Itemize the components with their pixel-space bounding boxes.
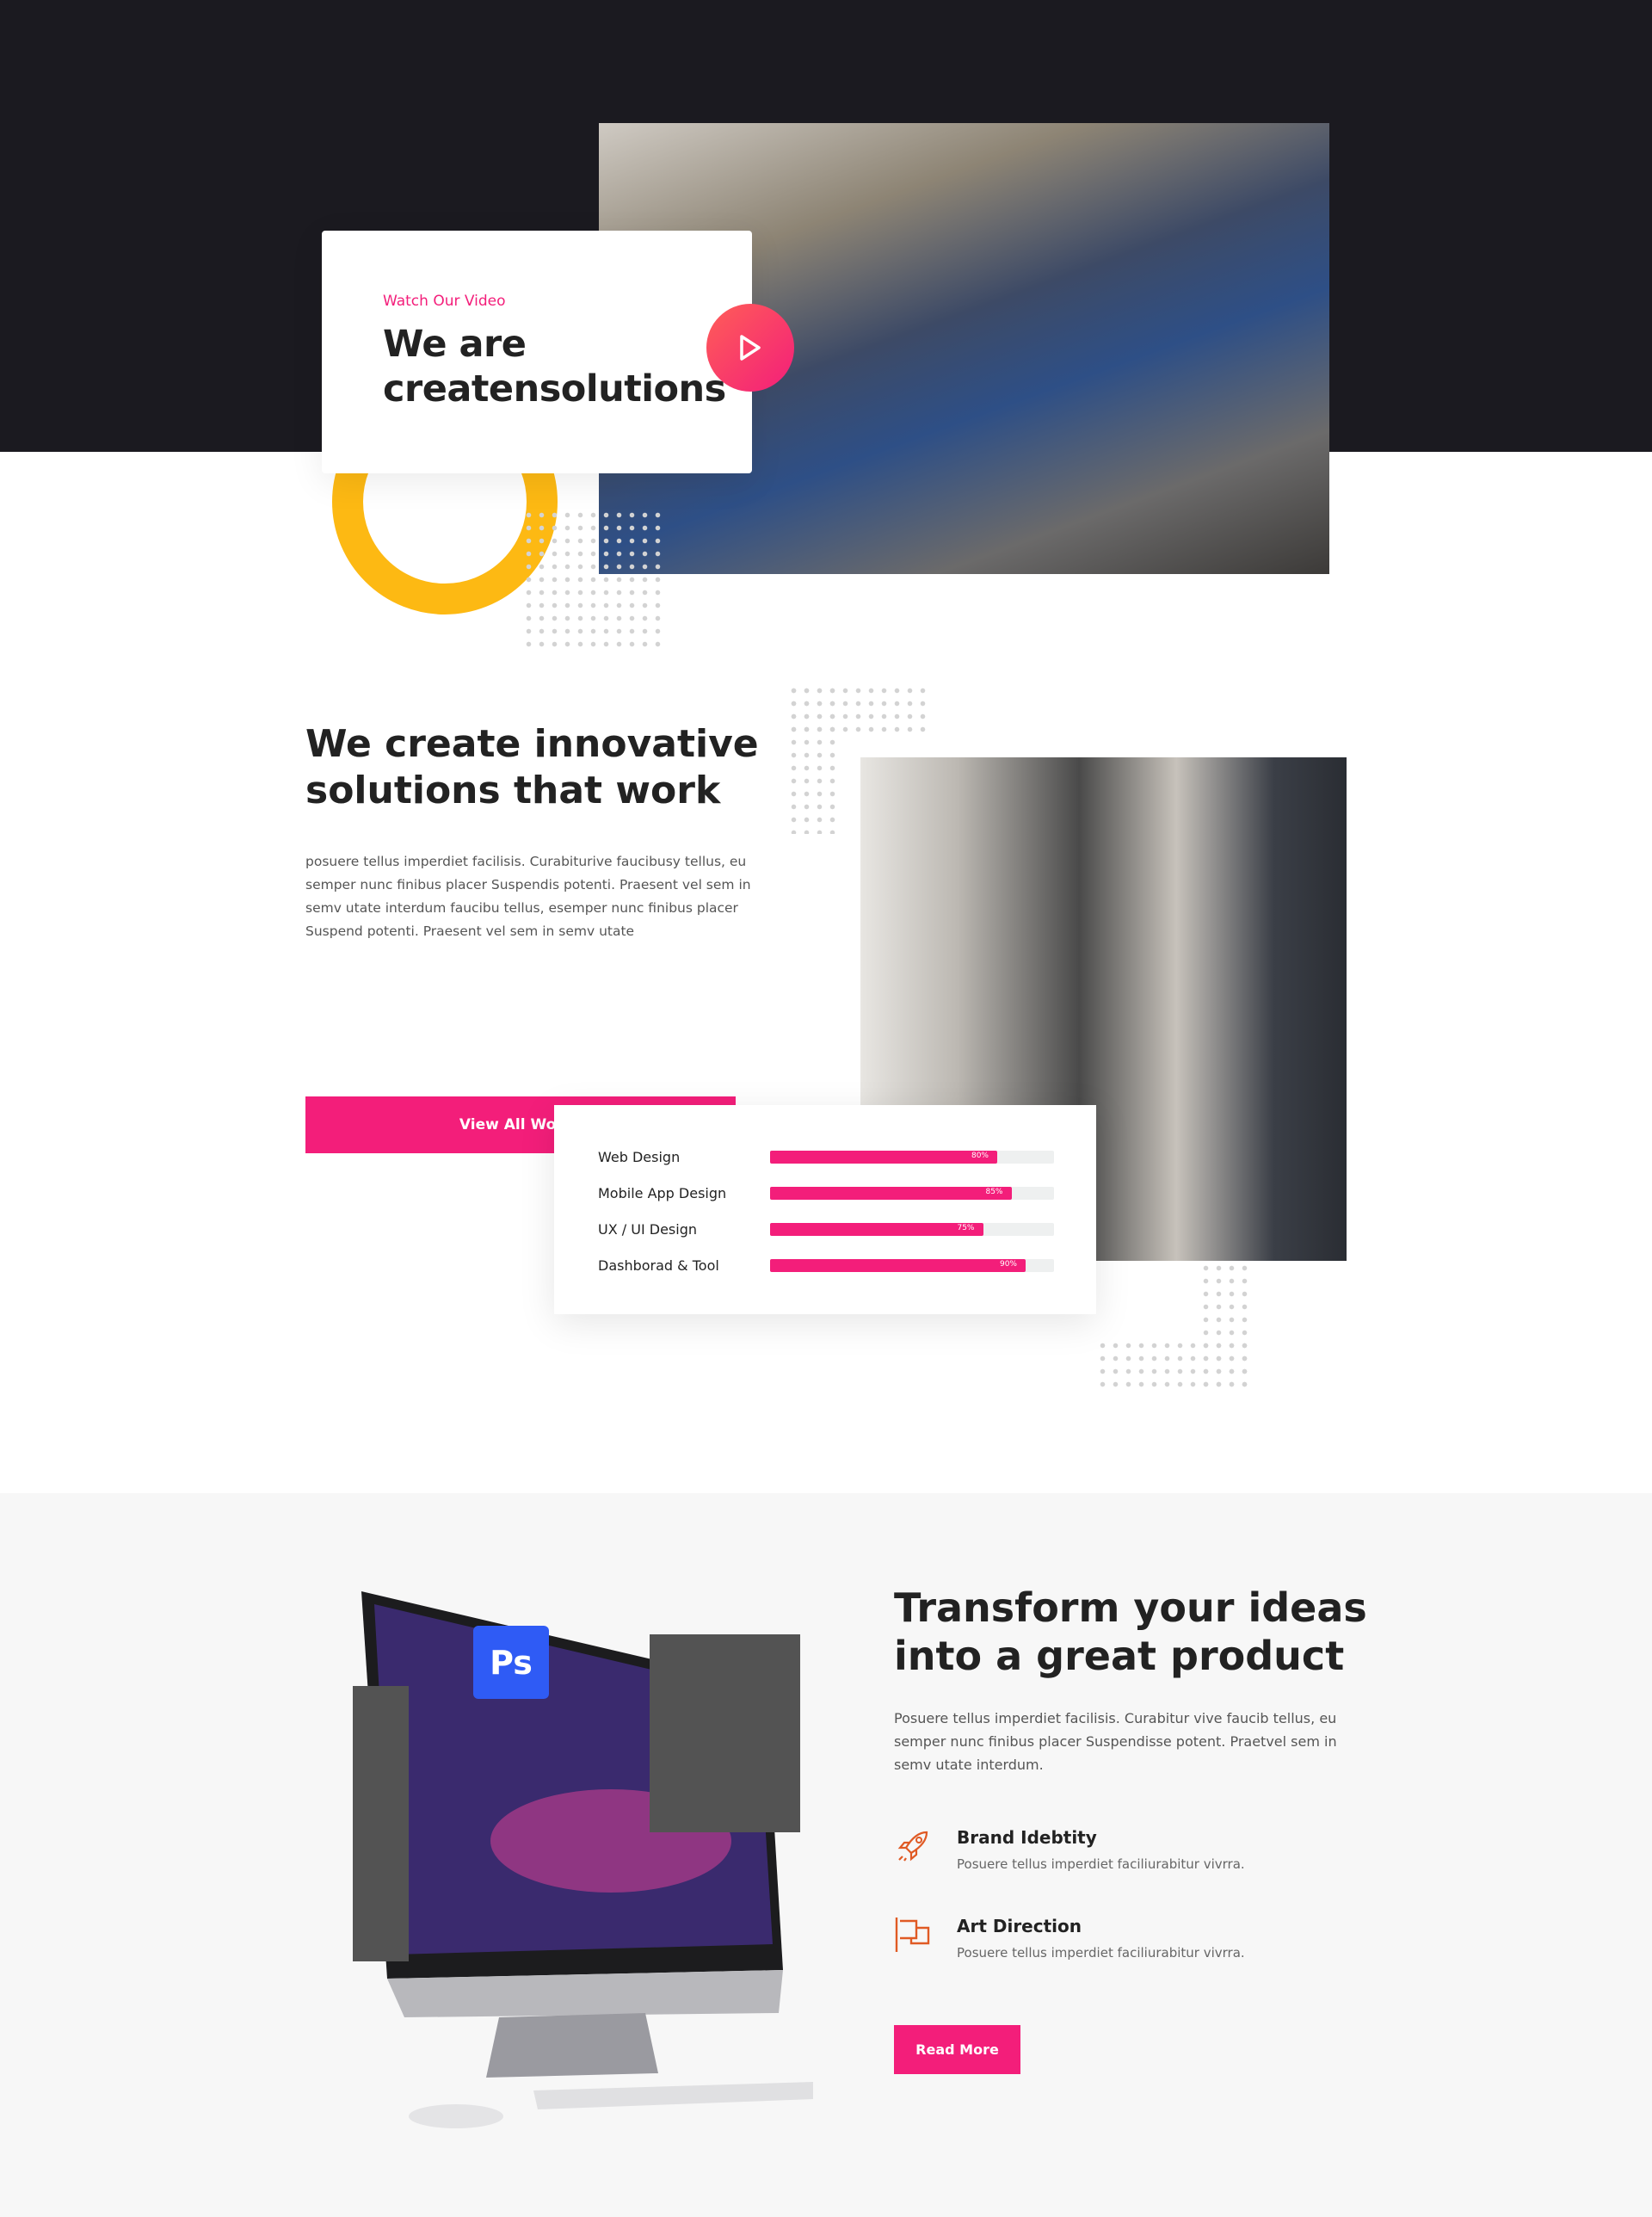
- imac-illustration: Ps: [353, 1591, 813, 2128]
- skill-percent: 75%: [957, 1224, 975, 1232]
- skill-track: 80%: [770, 1151, 1054, 1164]
- dots-decoration: [1096, 1339, 1251, 1387]
- feature-desc: Posuere tellus imperdiet faciliurabitur …: [957, 1856, 1245, 1872]
- about-body: posuere tellus imperdiet facilisis. Cura…: [305, 854, 751, 939]
- skills-card: Web Design 80% Mobile App Design 85% UX / …: [554, 1105, 1096, 1314]
- feature-desc: Posuere tellus imperdiet faciliurabitur …: [957, 1945, 1245, 1961]
- rocket-icon: [897, 1831, 928, 1862]
- skill-track: 85%: [770, 1187, 1054, 1200]
- skill-row: UX / UI Design 75%: [598, 1221, 1054, 1240]
- feature-art-direction: Art Direction Posuere tellus imperdiet f…: [894, 1916, 1341, 1976]
- skill-row: Mobile App Design 85%: [598, 1185, 1054, 1204]
- skill-track: 90%: [770, 1259, 1054, 1272]
- video-eyebrow: Watch Our Video: [383, 293, 506, 310]
- ps-logo: Ps: [490, 1644, 533, 1682]
- dots-decoration: [787, 684, 839, 834]
- skill-percent: 90%: [999, 1260, 1017, 1269]
- skill-label: Dashborad & Tool: [598, 1257, 719, 1274]
- product-section: [0, 1493, 1652, 2217]
- skill-percent: 85%: [985, 1188, 1003, 1196]
- hero-title-line1: We are: [383, 323, 527, 366]
- hero-title-line2: creatensolutions: [383, 367, 726, 411]
- skill-label: UX / UI Design: [598, 1221, 697, 1238]
- skill-fill: 80%: [770, 1151, 997, 1164]
- flag-icon: [895, 1917, 930, 1952]
- video-card: Watch Our Video We are creatensolutions: [322, 231, 752, 473]
- read-more-button[interactable]: Read More: [894, 2025, 1020, 2074]
- skill-fill: 75%: [770, 1223, 983, 1236]
- skill-percent: 80%: [971, 1152, 989, 1160]
- feature-title: Brand Idebtity: [957, 1827, 1097, 1848]
- skill-row: Web Design 80%: [598, 1149, 1054, 1168]
- hero-title: We are creatensolutions: [383, 322, 726, 411]
- play-icon: [740, 335, 761, 361]
- feature-title: Art Direction: [957, 1916, 1082, 1936]
- skill-track: 75%: [770, 1223, 1054, 1236]
- about-title: We create innovative solutions that work: [305, 722, 759, 812]
- dots-decoration: [522, 509, 664, 647]
- skill-label: Web Design: [598, 1149, 681, 1165]
- skill-fill: 85%: [770, 1187, 1012, 1200]
- play-video-button[interactable]: [706, 304, 794, 392]
- feature-brand-identity: Brand Idebtity Posuere tellus imperdiet …: [894, 1827, 1341, 1887]
- skill-label: Mobile App Design: [598, 1185, 727, 1201]
- product-title: Transform your ideas into a great produc…: [894, 1584, 1367, 1679]
- product-body: Posuere tellus imperdiet facilisis. Cura…: [894, 1710, 1337, 1773]
- skill-row: Dashborad & Tool 90%: [598, 1257, 1054, 1276]
- skill-fill: 90%: [770, 1259, 1026, 1272]
